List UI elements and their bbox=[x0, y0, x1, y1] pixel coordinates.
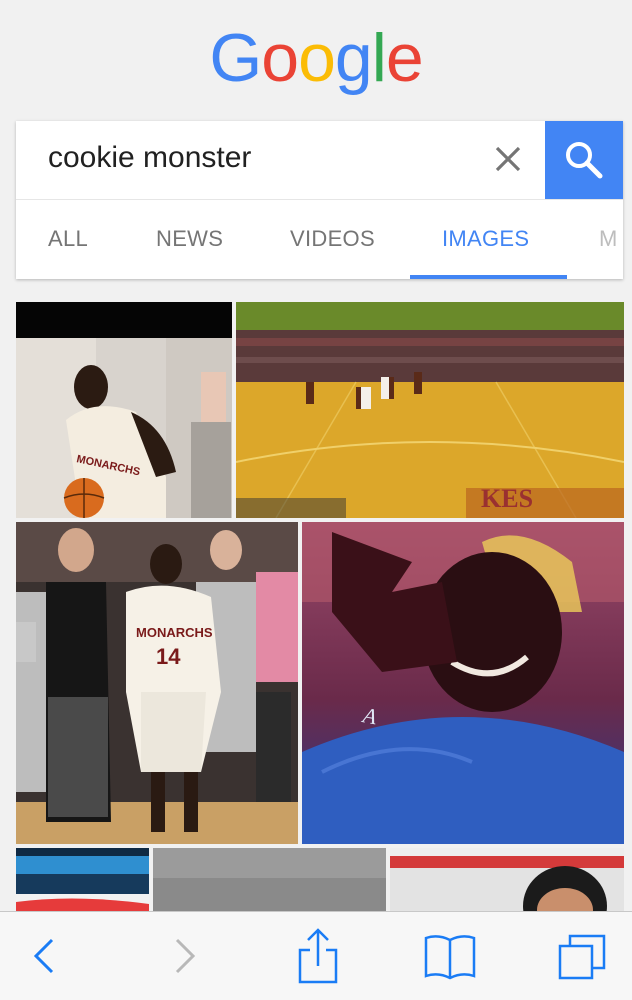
result-image-gray bbox=[153, 848, 386, 911]
share-icon bbox=[298, 928, 338, 984]
bookmarks-icon bbox=[424, 935, 476, 980]
search-button[interactable] bbox=[545, 121, 623, 199]
browser-toolbar bbox=[0, 911, 632, 1000]
logo-letter: e bbox=[385, 20, 424, 96]
logo-letter: g bbox=[334, 20, 373, 96]
share-button[interactable] bbox=[288, 926, 348, 986]
back-icon bbox=[33, 938, 54, 974]
bookmarks-button[interactable] bbox=[420, 926, 480, 986]
search-tabs: ALL NEWS VIDEOS IMAGES M bbox=[16, 200, 623, 279]
tab-news[interactable]: NEWS bbox=[156, 226, 223, 252]
logo-letter: o bbox=[261, 20, 299, 96]
tabs-icon bbox=[558, 934, 606, 980]
tab-images[interactable]: IMAGES bbox=[442, 226, 529, 252]
result-image-basketball-player: MONARCHS bbox=[16, 302, 232, 518]
tab-more[interactable]: M bbox=[599, 226, 618, 252]
search-card: cookie monster ALL NEWS VIDEOS IMAGES M bbox=[16, 121, 623, 279]
jersey-text: MONARCHS bbox=[136, 625, 213, 640]
logo-letter: G bbox=[209, 20, 262, 96]
search-row: cookie monster bbox=[16, 121, 623, 200]
image-result[interactable]: KES bbox=[236, 302, 624, 518]
image-result[interactable] bbox=[153, 848, 386, 911]
image-result[interactable]: MONARCHS bbox=[16, 302, 232, 518]
image-result[interactable]: A bbox=[302, 522, 624, 844]
jersey-number: 14 bbox=[156, 644, 181, 669]
forward-button[interactable] bbox=[155, 926, 215, 986]
result-image-phone-screenshot bbox=[16, 848, 149, 911]
image-result[interactable] bbox=[16, 848, 149, 911]
logo-letter: o bbox=[298, 20, 336, 96]
tabs-button[interactable] bbox=[552, 926, 612, 986]
result-image-basketball-court: KES bbox=[236, 302, 624, 518]
search-icon bbox=[566, 142, 603, 179]
tab-videos[interactable]: VIDEOS bbox=[290, 226, 375, 252]
result-image-team-bench: MONARCHS 14 bbox=[16, 522, 298, 844]
google-logo: Google bbox=[0, 20, 632, 96]
close-icon bbox=[495, 146, 521, 172]
image-result[interactable] bbox=[390, 848, 624, 911]
active-tab-indicator bbox=[410, 275, 567, 279]
clear-button[interactable] bbox=[488, 139, 528, 179]
back-button[interactable] bbox=[14, 926, 74, 986]
forward-icon bbox=[175, 938, 196, 974]
search-input[interactable]: cookie monster bbox=[48, 141, 251, 175]
floor-text: KES bbox=[481, 484, 533, 513]
result-image-person bbox=[390, 848, 624, 911]
tab-all[interactable]: ALL bbox=[48, 226, 88, 252]
image-result[interactable]: MONARCHS 14 bbox=[16, 522, 298, 844]
logo-letter: l bbox=[371, 20, 387, 96]
result-image-selfie: A bbox=[302, 522, 624, 844]
